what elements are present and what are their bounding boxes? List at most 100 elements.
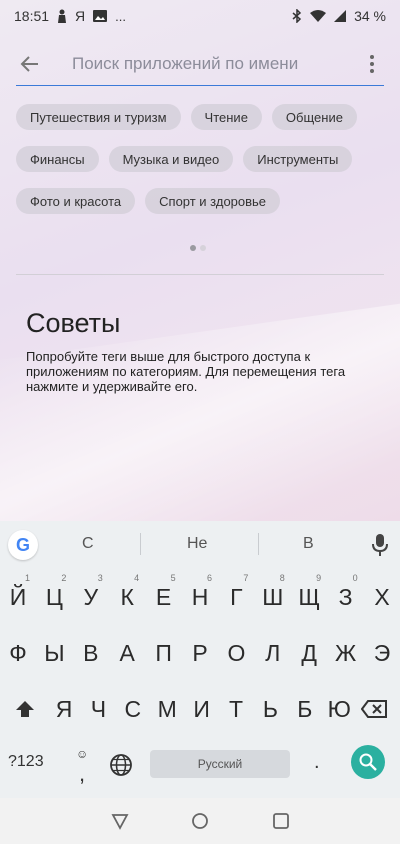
key[interactable]: Ш8 bbox=[255, 571, 291, 623]
key-label: Х bbox=[374, 583, 390, 610]
keyboard: G С Не В Й1Ц2У3К4Е5Н6Г7Ш8Щ9З0Х ФЫВАПРОЛД… bbox=[0, 521, 400, 798]
search-input[interactable] bbox=[72, 45, 360, 82]
nav-home-icon[interactable] bbox=[191, 812, 209, 830]
key-label: З bbox=[338, 583, 353, 610]
status-time: 18:51 bbox=[14, 8, 50, 24]
chip-tools[interactable]: Инструменты bbox=[243, 146, 353, 172]
key[interactable]: К4 bbox=[109, 571, 145, 623]
key-label: К bbox=[120, 583, 134, 610]
key[interactable]: Ы bbox=[36, 627, 72, 679]
key[interactable]: Я bbox=[46, 683, 82, 735]
search-icon[interactable] bbox=[351, 745, 385, 779]
chip-sport-health[interactable]: Спорт и здоровье bbox=[145, 188, 281, 214]
key[interactable]: З0 bbox=[328, 571, 364, 623]
nav-recent-icon[interactable] bbox=[272, 812, 290, 830]
chip-row: Финансы Музыка и видео Инструменты bbox=[16, 146, 386, 172]
key-hint: 3 bbox=[97, 573, 103, 583]
chip-reading[interactable]: Чтение bbox=[190, 104, 262, 130]
key[interactable]: Щ9 bbox=[291, 571, 327, 623]
suggestion-divider bbox=[140, 533, 141, 555]
suggestion-3[interactable]: В bbox=[303, 535, 314, 553]
key-label: Ц bbox=[45, 583, 63, 610]
suggestion-bar: G С Не В bbox=[0, 521, 400, 567]
key[interactable]: Е5 bbox=[146, 571, 182, 623]
key[interactable]: Ч bbox=[80, 683, 116, 735]
emoji-icon: ☺ bbox=[76, 747, 89, 761]
page-dot-active bbox=[190, 245, 196, 251]
key[interactable]: П bbox=[146, 627, 182, 679]
key[interactable]: М bbox=[149, 683, 185, 735]
tips-title: Советы bbox=[26, 308, 121, 338]
suggestion-2[interactable]: Не bbox=[187, 535, 207, 553]
key[interactable]: Л bbox=[255, 627, 291, 679]
page-dot bbox=[200, 245, 206, 251]
key[interactable]: А bbox=[109, 627, 145, 679]
battery-percentage: 34 % bbox=[354, 8, 386, 24]
key[interactable]: Ц2 bbox=[36, 571, 72, 623]
status-bar: 18:51 Я ... 34 % bbox=[0, 0, 400, 32]
key[interactable]: Х bbox=[364, 571, 400, 623]
key[interactable]: Т bbox=[218, 683, 254, 735]
globe-icon[interactable] bbox=[109, 753, 133, 777]
key[interactable]: И bbox=[184, 683, 220, 735]
chip-row: Путешествия и туризм Чтение Общение bbox=[16, 104, 386, 130]
key[interactable]: О bbox=[218, 627, 254, 679]
key[interactable]: Ф bbox=[0, 627, 36, 679]
key-row-2: ФЫВАПРОЛДЖЭ bbox=[0, 627, 400, 679]
shift-icon[interactable] bbox=[8, 683, 42, 735]
period-key[interactable]: . bbox=[314, 751, 320, 774]
key[interactable]: С bbox=[115, 683, 151, 735]
key-label: Е bbox=[155, 583, 172, 610]
chip-finance[interactable]: Финансы bbox=[16, 146, 99, 172]
key[interactable]: Б bbox=[287, 683, 323, 735]
suggestion-divider bbox=[258, 533, 259, 555]
emoji-comma-key[interactable]: ☺ , bbox=[70, 747, 94, 787]
google-icon[interactable]: G bbox=[8, 530, 38, 560]
more-notifications: ... bbox=[115, 8, 127, 24]
nav-back-icon[interactable] bbox=[111, 812, 129, 830]
key[interactable]: Н6 bbox=[182, 571, 218, 623]
chip-row: Фото и красота Спорт и здоровье bbox=[16, 188, 386, 214]
key-label: Н bbox=[191, 583, 209, 610]
space-key[interactable]: Русский bbox=[150, 750, 290, 778]
chip-travel[interactable]: Путешествия и туризм bbox=[16, 104, 181, 130]
symbols-key[interactable]: ?123 bbox=[8, 753, 44, 771]
yandex-notification-icon: Я bbox=[75, 8, 86, 24]
key[interactable]: Ь bbox=[252, 683, 288, 735]
more-vert-icon[interactable] bbox=[360, 50, 384, 78]
key[interactable]: Э bbox=[364, 627, 400, 679]
chip-social[interactable]: Общение bbox=[271, 104, 357, 130]
key[interactable]: В bbox=[73, 627, 109, 679]
key-row-3: ЯЧСМИТЬБЮ bbox=[0, 683, 400, 735]
key[interactable]: Й1 bbox=[0, 571, 36, 623]
chip-photo-beauty[interactable]: Фото и красота bbox=[16, 188, 136, 214]
key-hint: 5 bbox=[170, 573, 176, 583]
search-bar bbox=[16, 42, 384, 86]
key[interactable]: У3 bbox=[73, 571, 109, 623]
mic-icon[interactable] bbox=[370, 533, 390, 557]
chip-music-video[interactable]: Музыка и видео bbox=[108, 146, 234, 172]
key[interactable]: Р bbox=[182, 627, 218, 679]
key-hint: 8 bbox=[279, 573, 285, 583]
key-hint: 0 bbox=[352, 573, 358, 583]
key-hint: 6 bbox=[206, 573, 212, 583]
notification-person-icon bbox=[58, 9, 67, 23]
backspace-icon[interactable] bbox=[356, 683, 392, 735]
divider bbox=[16, 274, 384, 275]
key-label: Ш bbox=[262, 583, 284, 610]
suggestion-1[interactable]: С bbox=[82, 535, 94, 553]
page-indicator bbox=[190, 245, 206, 251]
key[interactable]: Ж bbox=[328, 627, 364, 679]
bluetooth-icon bbox=[292, 9, 302, 23]
tips-body: Попробуйте теги выше для быстрого доступ… bbox=[26, 349, 346, 394]
key[interactable]: Ю bbox=[321, 683, 357, 735]
wifi-icon bbox=[310, 10, 327, 22]
arrow-left-icon[interactable] bbox=[16, 50, 44, 78]
key-hint: 2 bbox=[61, 573, 67, 583]
comma-label: , bbox=[78, 761, 86, 786]
key-hint: 9 bbox=[316, 573, 322, 583]
key-hint: 7 bbox=[243, 573, 249, 583]
key-row-bottom: ?123 ☺ , Русский . bbox=[0, 743, 400, 789]
key[interactable]: Д bbox=[291, 627, 327, 679]
key[interactable]: Г7 bbox=[218, 571, 254, 623]
